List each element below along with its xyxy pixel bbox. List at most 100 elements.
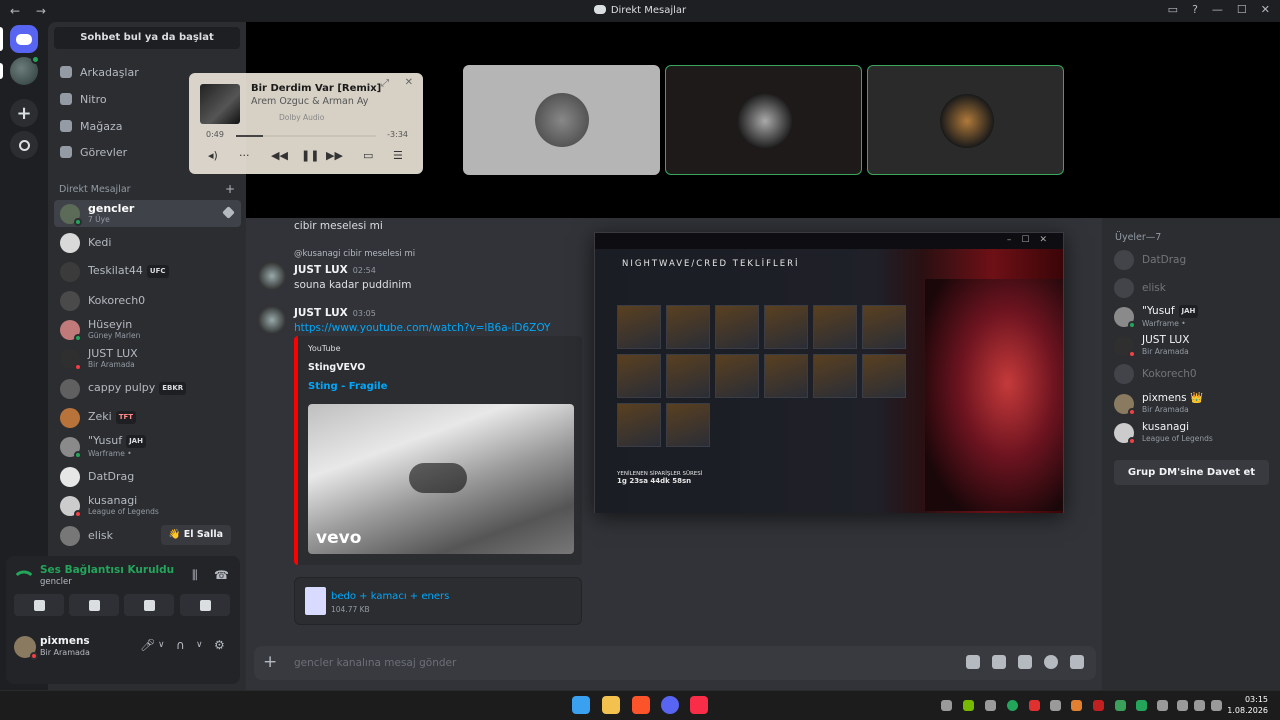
chevron-down-icon[interactable]: ∨ xyxy=(158,640,165,650)
message-author[interactable]: JUST LUX 03:05 xyxy=(294,307,376,319)
inbox-icon[interactable]: ▭ xyxy=(1168,3,1178,16)
message-author[interactable]: JUST LUX 02:54 xyxy=(294,264,376,276)
close-button[interactable]: ✕ xyxy=(1261,3,1270,16)
expand-icon[interactable]: ⤢ xyxy=(381,78,389,89)
dm-item-zeki[interactable]: Zeki TFT xyxy=(54,404,241,431)
member-item[interactable]: DatDrag xyxy=(1114,247,1274,273)
participant-tile[interactable] xyxy=(463,65,660,175)
tray-icon[interactable] xyxy=(1007,700,1018,711)
dm-item-kedi[interactable]: Kedi xyxy=(54,229,241,256)
screen-share-button[interactable] xyxy=(69,594,119,616)
soundboard-button[interactable] xyxy=(180,594,230,616)
user-name[interactable]: pixmens xyxy=(40,635,90,647)
stream-popout-window[interactable]: –☐✕ NIGHTWAVE/CRED TEKLİFLERİ YENİLENEN … xyxy=(594,232,1064,513)
user-avatar[interactable] xyxy=(14,636,38,660)
dm-item-datdrag[interactable]: DatDrag xyxy=(54,463,241,490)
invite-to-group-button[interactable]: Grup DM'sine Davet et xyxy=(1114,460,1269,485)
attach-plus-icon[interactable]: + xyxy=(263,652,277,672)
message-input[interactable]: + gencler kanalına mesaj gönder xyxy=(254,646,1096,680)
member-item[interactable]: pixmens 👑 Bir Aramada xyxy=(1114,391,1274,417)
settings-gear-icon[interactable]: ⚙ xyxy=(214,638,225,652)
tray-icon[interactable] xyxy=(1050,700,1061,711)
file-attachment[interactable]: bedo + kamacı + eners 104.77 KB xyxy=(294,577,582,625)
pause-icon[interactable]: ❚❚ xyxy=(301,149,319,162)
dm-item-kusanagi[interactable]: kusanagi League of Legends xyxy=(54,492,241,519)
dm-item-elisk[interactable]: elisk 👋 El Salla xyxy=(54,522,241,549)
file-name[interactable]: bedo + kamacı + eners xyxy=(331,591,449,602)
participant-tile-speaking[interactable] xyxy=(665,65,862,175)
tray-icon[interactable] xyxy=(985,700,996,711)
embed-channel[interactable]: StingVEVO xyxy=(308,362,365,373)
volume-icon[interactable]: ◂) xyxy=(208,149,218,162)
sticker-icon[interactable] xyxy=(1018,655,1032,669)
discord-taskbar-icon[interactable] xyxy=(661,696,679,714)
stream-video[interactable]: NIGHTWAVE/CRED TEKLİFLERİ YENİLENEN SİPA… xyxy=(595,249,1063,513)
popout-window-controls[interactable]: –☐✕ xyxy=(1007,235,1057,245)
queue-icon[interactable]: ☰ xyxy=(393,149,403,162)
tray-icon[interactable] xyxy=(941,700,952,711)
headphones-icon[interactable]: ∩ xyxy=(176,638,185,652)
lyrics-icon[interactable]: ▭ xyxy=(363,149,373,162)
video-thumbnail[interactable]: vevo xyxy=(308,404,574,554)
file-explorer-icon[interactable] xyxy=(602,696,620,714)
music-icon[interactable] xyxy=(690,696,708,714)
minimize-button[interactable]: — xyxy=(1212,3,1223,16)
tray-icon[interactable] xyxy=(1136,700,1147,711)
start-icon[interactable] xyxy=(572,696,590,714)
previous-icon[interactable]: ◀◀ xyxy=(271,149,288,162)
add-server-button[interactable]: + xyxy=(10,99,38,127)
tray-icon[interactable] xyxy=(1029,700,1040,711)
next-icon[interactable]: ▶▶ xyxy=(326,149,343,162)
member-item[interactable]: "Yusuf JAH Warframe • xyxy=(1114,304,1274,330)
embed-title[interactable]: Sting - Fragile xyxy=(308,381,387,392)
maximize-button[interactable]: ☐ xyxy=(1237,3,1247,16)
more-icon[interactable]: ··· xyxy=(239,149,250,162)
wave-button[interactable]: 👋 El Salla xyxy=(160,525,231,545)
server-avatar[interactable] xyxy=(10,55,40,85)
disconnect-icon[interactable]: ☎ xyxy=(214,568,229,582)
chevron-down-icon[interactable]: ∨ xyxy=(196,640,203,650)
voice-channel[interactable]: gencler xyxy=(40,577,72,587)
network-icon[interactable] xyxy=(1177,700,1188,711)
noise-suppression-icon[interactable]: ⫼ xyxy=(192,568,206,582)
discover-button[interactable] xyxy=(10,131,38,159)
apps-icon[interactable] xyxy=(1070,655,1084,669)
tray-icon[interactable] xyxy=(1071,700,1082,711)
clock[interactable]: 03:15 1.08.2026 xyxy=(1227,694,1268,716)
message-avatar[interactable] xyxy=(258,306,286,334)
signal-icon[interactable] xyxy=(15,565,33,583)
member-item[interactable]: JUST LUX Bir Aramada xyxy=(1114,333,1274,359)
tray-icon[interactable] xyxy=(1093,700,1104,711)
dm-item-teskilat44[interactable]: Teskilat44 UFC xyxy=(54,258,241,285)
tray-icon[interactable] xyxy=(1115,700,1126,711)
pin-icon[interactable] xyxy=(222,206,235,219)
search-button[interactable]: Sohbet bul ya da başlat xyxy=(54,27,240,49)
camera-button[interactable] xyxy=(14,594,64,616)
reply-preview[interactable]: @kusanagi cibir meselesi mi xyxy=(294,249,415,259)
play-button[interactable] xyxy=(409,463,467,493)
battery-icon[interactable] xyxy=(1211,700,1222,711)
create-dm-button[interactable]: + xyxy=(225,182,235,196)
help-icon[interactable]: ? xyxy=(1192,3,1198,16)
dm-item-kokorech0[interactable]: Kokorech0 xyxy=(54,287,241,314)
gift-icon[interactable] xyxy=(966,655,980,669)
activities-button[interactable] xyxy=(124,594,174,616)
close-icon[interactable]: ✕ xyxy=(405,77,413,88)
message-avatar[interactable] xyxy=(258,262,286,290)
message-link[interactable]: https://www.youtube.com/watch?v=lB6a-iD6… xyxy=(294,322,550,334)
home-button[interactable] xyxy=(10,25,38,53)
dm-item-cappy-pulpy[interactable]: cappy pulpy EBKR xyxy=(54,375,241,402)
volume-tray-icon[interactable] xyxy=(1194,700,1205,711)
dm-item-just-lux[interactable]: JUST LUX Bir Aramada xyxy=(54,345,241,372)
microphone-icon[interactable]: 🎤︎ xyxy=(140,638,155,652)
emoji-icon[interactable] xyxy=(1044,655,1058,669)
microphone-tray-icon[interactable] xyxy=(1157,700,1168,711)
brave-icon[interactable] xyxy=(632,696,650,714)
member-item[interactable]: kusanagi League of Legends xyxy=(1114,420,1274,446)
nvidia-icon[interactable] xyxy=(963,700,974,711)
dm-item-huseyin[interactable]: Hüseyin Güney Marlen xyxy=(54,316,241,343)
member-item[interactable]: Kokorech0 xyxy=(1114,361,1274,387)
dm-item-yusuf[interactable]: "Yusuf JAH Warframe • xyxy=(54,433,241,460)
dm-item-gencler[interactable]: gencler 7 Üye xyxy=(54,200,241,227)
voice-status[interactable]: Ses Bağlantısı Kuruldu xyxy=(40,564,174,576)
